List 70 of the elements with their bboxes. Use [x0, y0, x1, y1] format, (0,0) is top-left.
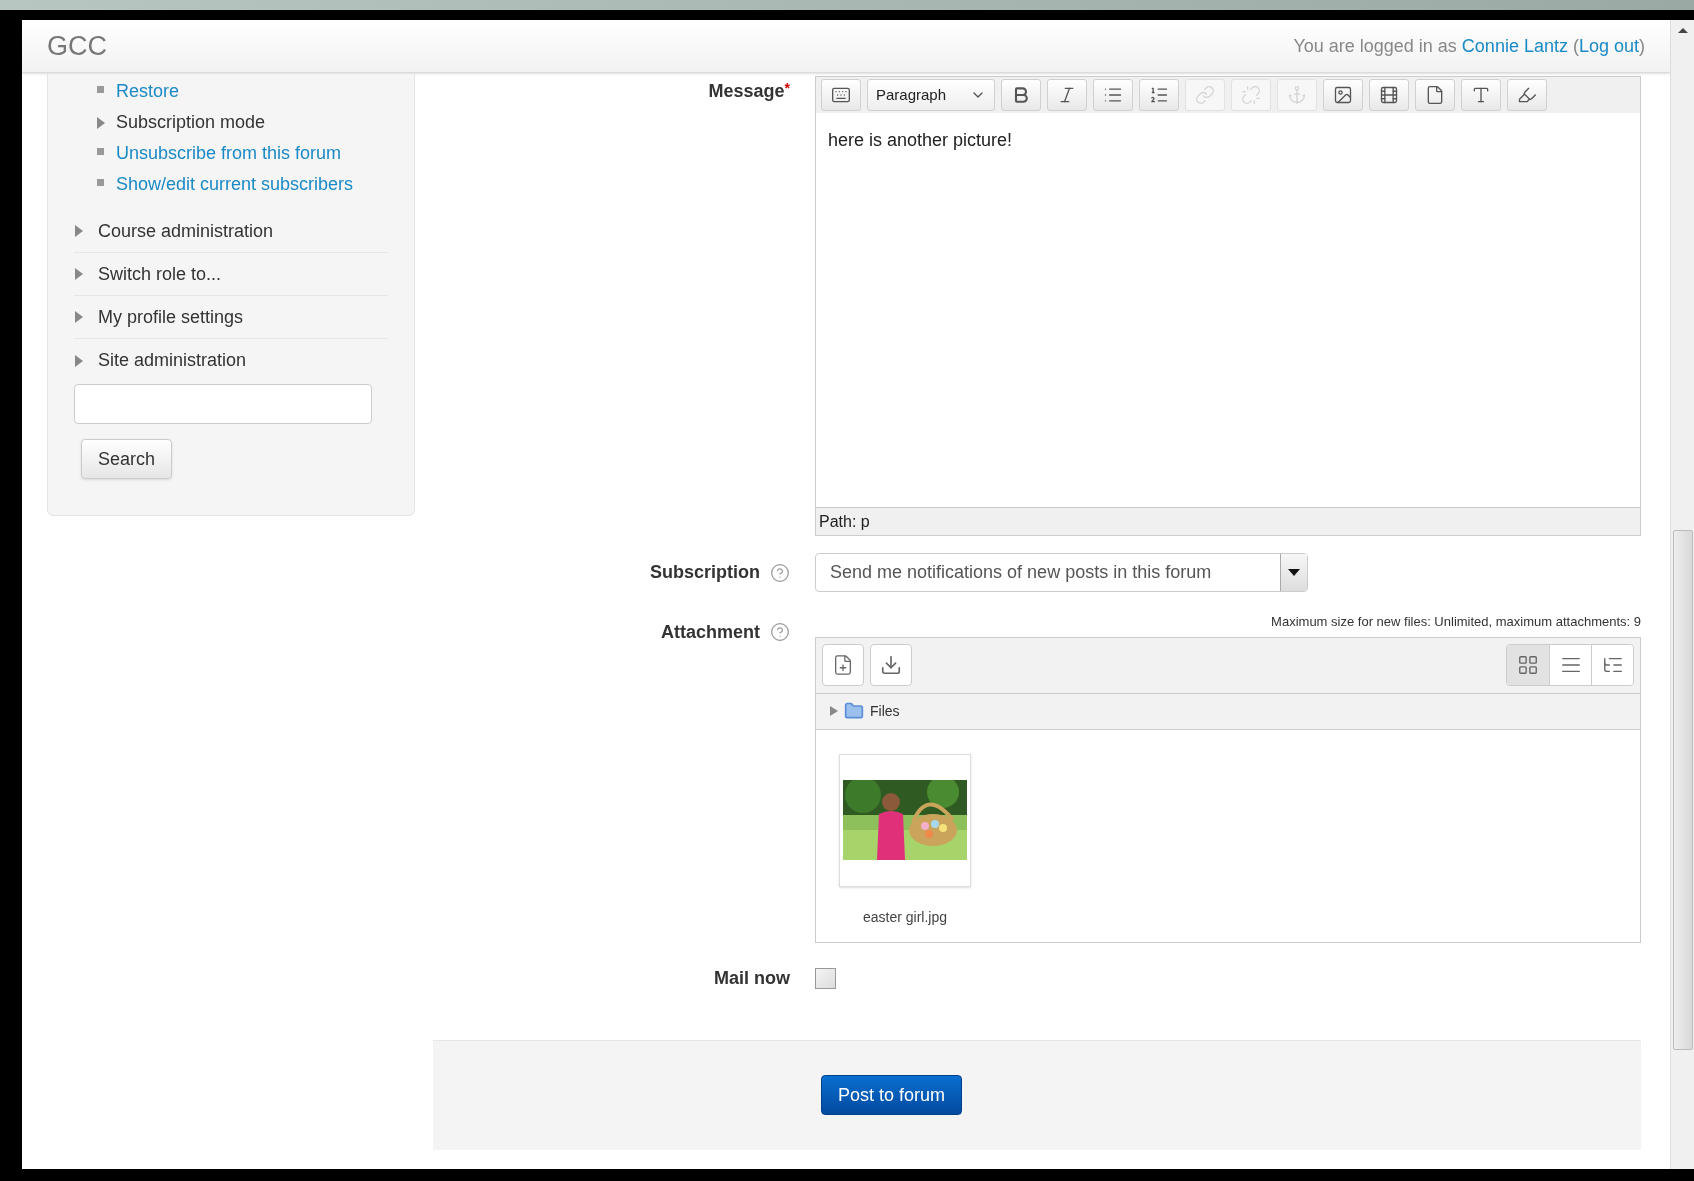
toolbar-button[interactable] [1047, 79, 1087, 111]
mail-now-checkbox[interactable] [815, 967, 836, 989]
toolbar-button[interactable] [1001, 79, 1041, 111]
editor-path: Path: p [819, 511, 870, 532]
logout-link[interactable]: Log out [1578, 32, 1639, 60]
site-name[interactable]: GCC [47, 25, 107, 67]
parenthesis: ( [1572, 34, 1579, 58]
image-icon [1333, 85, 1353, 105]
toolbar-button[interactable] [1415, 79, 1455, 111]
help-icon[interactable] [770, 562, 790, 583]
add-file-button[interactable] [822, 644, 864, 686]
toolbar-button[interactable] [821, 79, 861, 111]
menu-item[interactable]: My profile settings [98, 303, 244, 331]
scrollbar-thumb[interactable] [1672, 530, 1693, 1050]
toolbar-button[interactable] [1139, 79, 1179, 111]
expand-arrow-icon[interactable] [74, 353, 84, 368]
file-name[interactable]: easter girl.jpg [862, 906, 947, 928]
parenthesis: ) [1639, 34, 1645, 58]
expand-arrow-icon[interactable] [96, 115, 106, 130]
add-file-icon [832, 654, 854, 676]
menu-link[interactable]: Show/edit current subscribers [116, 171, 354, 198]
format-dropdown[interactable]: Paragraph [867, 79, 995, 111]
file-icon [1425, 85, 1445, 105]
toolbar-button[interactable] [1461, 79, 1501, 111]
link-icon [1195, 85, 1215, 105]
search-field[interactable] [74, 384, 372, 424]
anchor-icon [1287, 85, 1307, 105]
search-button[interactable]: Search [81, 439, 173, 479]
grid-view-icon [1517, 654, 1539, 676]
field-label: Message* [708, 78, 790, 536]
menu-link[interactable]: Unsubscribe from this forum [116, 140, 342, 167]
film-icon [1379, 85, 1399, 105]
toolbar-button[interactable] [1369, 79, 1409, 111]
file-thumbnail[interactable] [839, 753, 971, 887]
login-info: You are logged in as [1293, 34, 1457, 58]
field-label: Mail now [714, 966, 790, 990]
menu-link[interactable]: Restore [116, 78, 180, 105]
expand-arrow-icon[interactable] [74, 224, 84, 238]
field-label: Attachment [661, 620, 760, 644]
download-button[interactable] [870, 644, 912, 686]
editor-text[interactable]: here is another picture! [816, 113, 1640, 507]
folder-name[interactable]: Files [870, 700, 900, 722]
highlighter-icon [1517, 85, 1537, 105]
folder-icon [844, 701, 864, 721]
subscription-select[interactable]: Send me notifications of new posts in this forum [815, 553, 1308, 592]
user-link[interactable]: Connie Lantz [1461, 32, 1568, 60]
font-icon [1471, 85, 1491, 105]
required-mark: * [784, 79, 790, 96]
expand-arrow-icon[interactable] [74, 310, 84, 324]
menu-item[interactable]: Site administration [98, 347, 247, 374]
view-mode-button[interactable] [1507, 645, 1549, 685]
toolbar-button[interactable] [1507, 79, 1547, 111]
keyboard-icon [831, 85, 851, 105]
download-icon [880, 654, 902, 676]
view-mode-button[interactable] [1591, 645, 1633, 685]
menu-item[interactable]: Course administration [98, 217, 274, 245]
expand-arrow-icon[interactable] [830, 706, 838, 716]
scrollbar[interactable] [1670, 20, 1694, 1169]
numbered-list-icon [1149, 85, 1169, 105]
view-mode-button[interactable] [1549, 645, 1591, 685]
attachment-limits: Maximum size for new files: Unlimited, maximum attachments: 9 [1271, 613, 1641, 631]
field-label: Subscription [650, 561, 760, 584]
toolbar-button[interactable] [1323, 79, 1363, 111]
expand-arrow-icon[interactable] [74, 267, 84, 281]
toolbar-button[interactable] [1093, 79, 1133, 111]
help-icon[interactable] [770, 622, 790, 642]
menu-link[interactable]: Subscription mode [116, 109, 266, 136]
post-to-forum-button[interactable]: Post to forum [821, 1075, 963, 1115]
unlink-icon [1241, 85, 1261, 105]
menu-item[interactable]: Switch role to... [98, 260, 222, 288]
